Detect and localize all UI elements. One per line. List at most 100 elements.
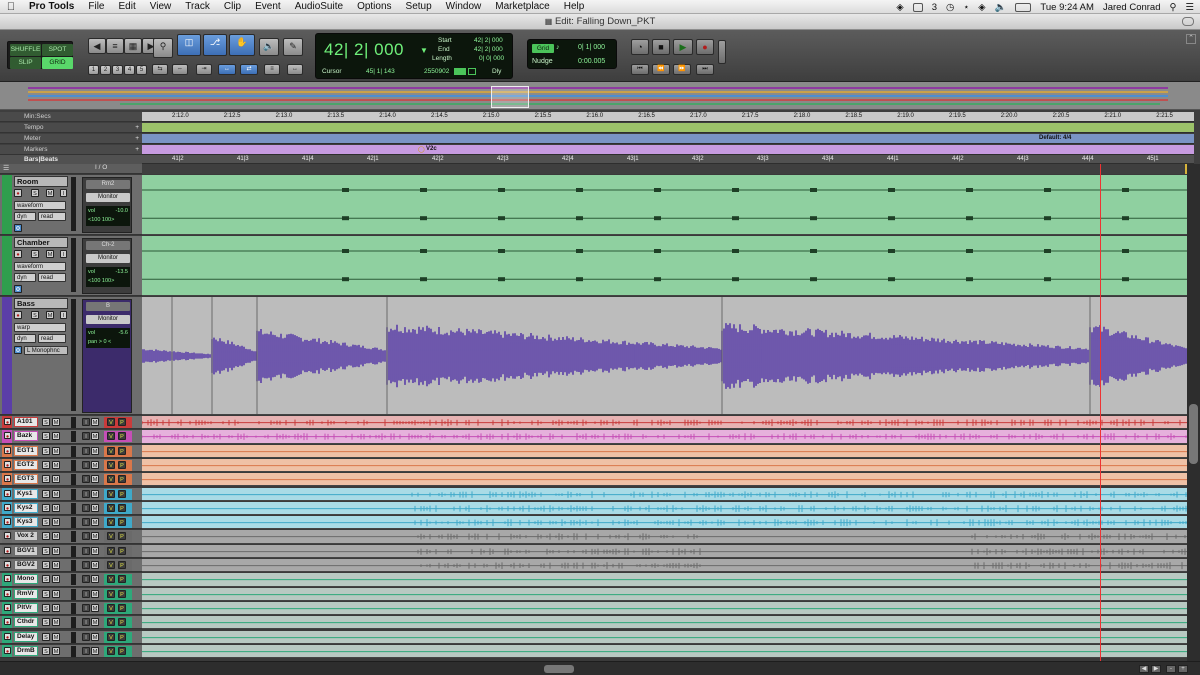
track-lane[interactable] [142,416,1187,430]
mute-button[interactable]: M [52,603,60,612]
toolbar-collapse-chevron-icon[interactable]: ⌃ [1186,34,1196,44]
input-monitor-button[interactable]: I [82,646,90,655]
p-button[interactable]: P [118,503,126,512]
dropbox-icon[interactable]: ◈ [896,2,903,13]
v-button[interactable]: V [107,632,115,641]
track-lane[interactable] [142,297,1187,415]
grid-toggle-button[interactable]: Grid [532,44,554,53]
tempo-ruler[interactable]: Tempo + [0,123,1200,133]
mute-button[interactable]: M [46,250,54,258]
pan-value[interactable]: <100 100> [88,277,128,286]
input-monitor-button[interactable]: I [60,189,67,197]
input-monitor-button[interactable]: I [82,432,90,441]
record-arm-button[interactable]: ● [4,518,11,526]
track-options-menu-icon[interactable]: ☰ [3,164,9,172]
mute-button[interactable]: M [91,460,99,469]
record-arm-button[interactable]: ● [4,489,11,498]
zoom-audio-button[interactable]: ≡ [106,38,124,54]
v-button[interactable]: V [107,503,115,512]
time-machine-icon[interactable]: ◷ [946,2,954,13]
track-name[interactable]: BGV1 [14,545,38,556]
input-monitor-button[interactable]: I [82,603,90,612]
mute-button[interactable]: M [52,489,60,498]
main-counter-value[interactable]: 42| 2| 000 [324,40,404,60]
p-button[interactable]: P [118,518,126,527]
pencil-tool-icon[interactable]: ✎ [283,38,303,56]
zoom-midi-button[interactable]: ▦ [124,38,142,54]
record-arm-button[interactable]: ● [4,646,11,655]
stop-button[interactable]: ■ [652,39,670,55]
zoom-plus-button[interactable]: + [1178,665,1188,673]
mute-button[interactable]: M [52,418,60,426]
input-monitor-button[interactable]: I [82,632,90,641]
input-monitor-button[interactable]: I [82,618,90,627]
transport-expand-button[interactable] [718,40,726,64]
input-monitor-button[interactable]: I [82,489,90,498]
track-lane[interactable] [142,573,1187,587]
mute-button[interactable]: M [91,446,99,455]
add-tempo-button[interactable]: + [135,123,139,133]
link-track-edit-button[interactable]: ↔ [218,64,236,75]
record-arm-button[interactable]: ● [4,589,11,598]
scrubber-tool-icon[interactable]: 🔈 [259,38,279,56]
horizontal-scrollbar[interactable]: ◀ ▶ - + [0,661,1200,675]
dyn-button[interactable]: dyn [14,273,36,282]
record-arm-button[interactable]: ● [14,189,22,197]
selector-tool-icon[interactable]: ⎇ [203,34,227,56]
track-name[interactable]: DrmB [14,645,38,656]
solo-button[interactable]: S [42,632,50,641]
mute-button[interactable]: M [91,632,99,641]
v-button[interactable]: V [107,589,115,598]
solo-button[interactable]: S [42,489,50,498]
marker-icon[interactable]: ◯ [418,146,425,153]
playhead-line[interactable] [1100,164,1101,661]
zoom-out-vertical-button[interactable]: ◀ [1139,665,1149,673]
track-lane[interactable] [142,175,1187,235]
edit-window-options-button[interactable]: ↔ [287,64,303,75]
track-name[interactable]: Cthdr [14,617,38,628]
add-meter-button[interactable]: + [135,134,139,144]
return-to-zero-button[interactable]: ⏮ [631,64,649,75]
mute-button[interactable]: M [52,589,60,598]
menu-edit[interactable]: Edit [112,1,143,12]
start-value[interactable]: 42| 2| 000 [474,37,503,44]
mute-button[interactable]: M [91,489,99,498]
horizontal-scroll-thumb[interactable] [544,665,574,673]
spotlight-icon[interactable]: ⚲ [1170,2,1177,13]
mute-button[interactable]: M [52,518,60,527]
end-value[interactable]: 42| 2| 000 [474,46,503,53]
menu-help[interactable]: Help [557,1,592,12]
v-button[interactable]: V [107,518,115,527]
tab-to-transients-button[interactable]: ⇆ [152,64,168,75]
mute-button[interactable]: M [46,189,54,197]
tray-icon[interactable] [912,2,923,12]
nudge-value[interactable]: 0:00.005 [578,58,605,65]
track-lane[interactable] [142,559,1187,573]
solo-button[interactable]: S [42,575,50,584]
p-button[interactable]: P [118,489,126,498]
mute-button[interactable]: M [91,646,99,655]
track-lane[interactable] [142,644,1187,659]
input-monitor-button[interactable]: I [82,475,90,484]
v-button[interactable]: V [107,460,115,469]
main-counter[interactable]: 42| 2| 000 ▼ Start 42| 2| 000 End 42| 2|… [315,33,513,79]
apple-menu-icon[interactable]:  [0,1,22,13]
volume-readout[interactable]: vol -5.6 [88,329,128,338]
notification-list-icon[interactable]: ☰ [1185,2,1194,13]
menu-view[interactable]: View [143,1,179,12]
volume-value[interactable]: -5.6 [119,329,128,338]
v-button[interactable]: V [107,561,115,569]
volume-readout[interactable]: vol -13.5 [88,268,128,277]
mirror-midi-button[interactable]: ⇄ [240,64,258,75]
track-name[interactable]: Kys2 [14,502,38,513]
meter-event-label[interactable]: Default: 4/4 [1039,135,1071,141]
zoom-preset-4[interactable]: 4 [124,65,135,75]
track-lane[interactable] [142,587,1187,601]
automation-mode-selector[interactable]: read [38,273,66,282]
track-lane[interactable] [142,430,1187,444]
menu-app[interactable]: Pro Tools [22,1,81,12]
menu-marketplace[interactable]: Marketplace [488,1,556,12]
track-name[interactable]: Delay [14,631,38,642]
mode-spot-button[interactable]: SPOT [42,44,73,56]
track-name[interactable]: PltVr [14,602,38,613]
